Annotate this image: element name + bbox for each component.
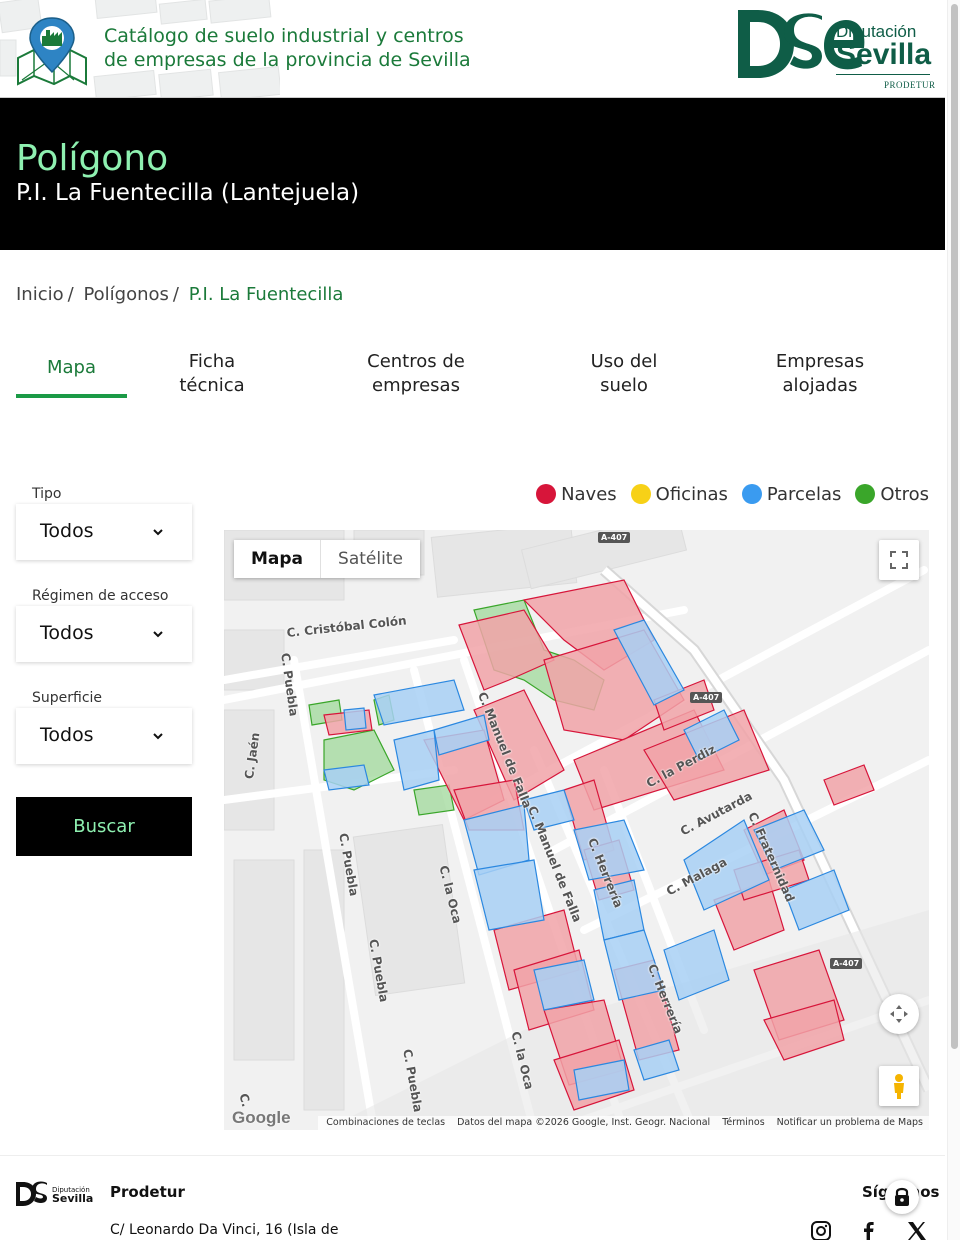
brand-line3: PRODETUR — [884, 80, 936, 90]
breadcrumb-item-poligonos[interactable]: Polígonos — [83, 284, 168, 305]
tab-bar: Mapa Ficha técnica Centros de empresas U… — [16, 350, 928, 400]
map-type-mapa-button[interactable]: Mapa — [234, 540, 322, 578]
tab-uso-del-suelo[interactable]: Uso del suelo — [564, 350, 684, 398]
legend-item-parcelas[interactable]: Parcelas — [741, 482, 842, 506]
keyboard-shortcuts-link[interactable]: Combinaciones de teclas — [326, 1116, 445, 1130]
tab-label: Empresas — [775, 351, 865, 372]
move-arrows-icon — [890, 1005, 908, 1023]
breadcrumb-separator: / — [67, 284, 74, 305]
hero-banner: Polígono P.I. La Fuentecilla (Lantejuela… — [0, 98, 945, 250]
catalog-title-line1: Catálogo de suelo industrial y centros — [104, 25, 464, 47]
facebook-icon[interactable] — [858, 1220, 880, 1240]
lock-icon — [895, 1187, 909, 1206]
breadcrumb-item-inicio[interactable]: Inicio — [16, 284, 64, 305]
tipo-select-value: Todos — [40, 520, 94, 542]
legend-item-oficinas[interactable]: Oficinas — [630, 482, 728, 506]
fullscreen-icon — [890, 551, 908, 569]
regimen-select[interactable]: Todos — [16, 606, 192, 662]
page-title: P.I. La Fuentecilla (Lantejuela) — [16, 180, 360, 206]
map-base-layer — [224, 530, 929, 1130]
fullscreen-button[interactable] — [879, 540, 919, 580]
regimen-select-value: Todos — [40, 622, 94, 644]
google-logo[interactable]: Google — [232, 1108, 291, 1128]
footer-brand-line2: Sevilla — [52, 1192, 94, 1205]
legend-label: Oficinas — [655, 483, 728, 505]
legend-label: Parcelas — [766, 483, 842, 505]
tab-mapa[interactable]: Mapa — [16, 356, 127, 380]
buscar-button[interactable]: Buscar — [16, 797, 192, 856]
chevron-down-icon — [153, 733, 163, 740]
tab-label: empresas — [372, 375, 460, 396]
camera-control-button[interactable] — [879, 994, 919, 1034]
report-problem-link[interactable]: Notificar un problema de Maps — [777, 1116, 923, 1130]
footer-divider — [0, 1155, 945, 1156]
privacy-settings-button[interactable] — [885, 1180, 919, 1214]
x-icon[interactable] — [906, 1220, 928, 1240]
tab-centros-de-empresas[interactable]: Centros de empresas — [346, 350, 486, 398]
page-scrollbar[interactable] — [947, 0, 960, 1240]
app: Catálogo de suelo industrial y centros d… — [0, 0, 960, 1240]
legend-item-otros[interactable]: Otros — [855, 482, 929, 506]
road-shield: A-407 — [830, 958, 863, 969]
legend-item-naves[interactable]: Naves — [536, 482, 617, 506]
regimen-label: Régimen de acceso — [32, 588, 169, 604]
scrollbar-thumb[interactable] — [951, 4, 958, 1049]
chevron-down-icon — [153, 529, 163, 536]
catalog-title-line2: de empresas de la provincia de Sevilla — [104, 49, 471, 71]
tab-label: suelo — [600, 375, 648, 396]
active-tab-indicator — [16, 394, 127, 398]
map-type-control: Mapa Satélite — [234, 540, 420, 578]
map-legend: Naves Oficinas Parcelas Otros — [536, 482, 929, 506]
street-view-button[interactable] — [879, 1066, 919, 1106]
oficinas-dot-icon — [630, 484, 651, 504]
tipo-select[interactable]: Todos — [16, 504, 192, 560]
tab-label: Mapa — [46, 357, 97, 378]
parcelas-dot-icon — [741, 484, 762, 504]
breadcrumb-item-current: P.I. La Fuentecilla — [188, 284, 344, 305]
catalog-logo-icon[interactable] — [14, 14, 90, 86]
naves-dot-icon — [536, 484, 557, 504]
tab-label: Centros de — [367, 351, 465, 372]
tab-label: Uso del — [590, 351, 658, 372]
legend-label: Otros — [880, 483, 929, 505]
tab-label: técnica — [179, 375, 245, 396]
tab-ficha-tecnica[interactable]: Ficha técnica — [162, 350, 262, 398]
hero-kicker: Polígono — [16, 138, 169, 179]
tab-empresas-alojadas[interactable]: Empresas alojadas — [760, 350, 880, 398]
footer-org-name: Prodetur — [110, 1183, 185, 1201]
legend-label: Naves — [561, 483, 617, 505]
superficie-select-value: Todos — [40, 724, 94, 746]
map-data-text: Datos del mapa ©2026 Google, Inst. Geogr… — [457, 1117, 711, 1128]
tipo-label: Tipo — [32, 486, 62, 502]
site-header: Catálogo de suelo industrial y centros d… — [0, 0, 945, 98]
terms-link[interactable]: Términos — [722, 1116, 764, 1130]
tab-label: Ficha — [188, 351, 236, 372]
instagram-icon[interactable] — [810, 1220, 832, 1240]
road-shield: A-407 — [598, 532, 631, 543]
otros-dot-icon — [855, 484, 876, 504]
catalog-title[interactable]: Catálogo de suelo industrial y centros d… — [104, 24, 471, 72]
brand-line2: Sevilla — [836, 38, 932, 71]
chevron-down-icon — [153, 631, 163, 638]
pegman-icon — [894, 1074, 904, 1099]
tab-label: alojadas — [782, 375, 858, 396]
breadcrumb: Inicio / Polígonos / P.I. La Fuentecilla — [16, 284, 347, 305]
road-shield: A-407 — [690, 692, 723, 703]
breadcrumb-separator: / — [172, 284, 179, 305]
map-attribution: Combinaciones de teclas Datos del mapa ©… — [318, 1116, 929, 1130]
map-type-satelite-button[interactable]: Satélite — [321, 540, 420, 578]
footer-address: C/ Leonardo Da Vinci, 16 (Isla de — [110, 1222, 339, 1238]
map-canvas[interactable]: Mapa Satélite C. Cristóbal Colón C. Pueb… — [224, 530, 929, 1130]
superficie-label: Superficie — [32, 690, 103, 706]
superficie-select[interactable]: Todos — [16, 708, 192, 764]
